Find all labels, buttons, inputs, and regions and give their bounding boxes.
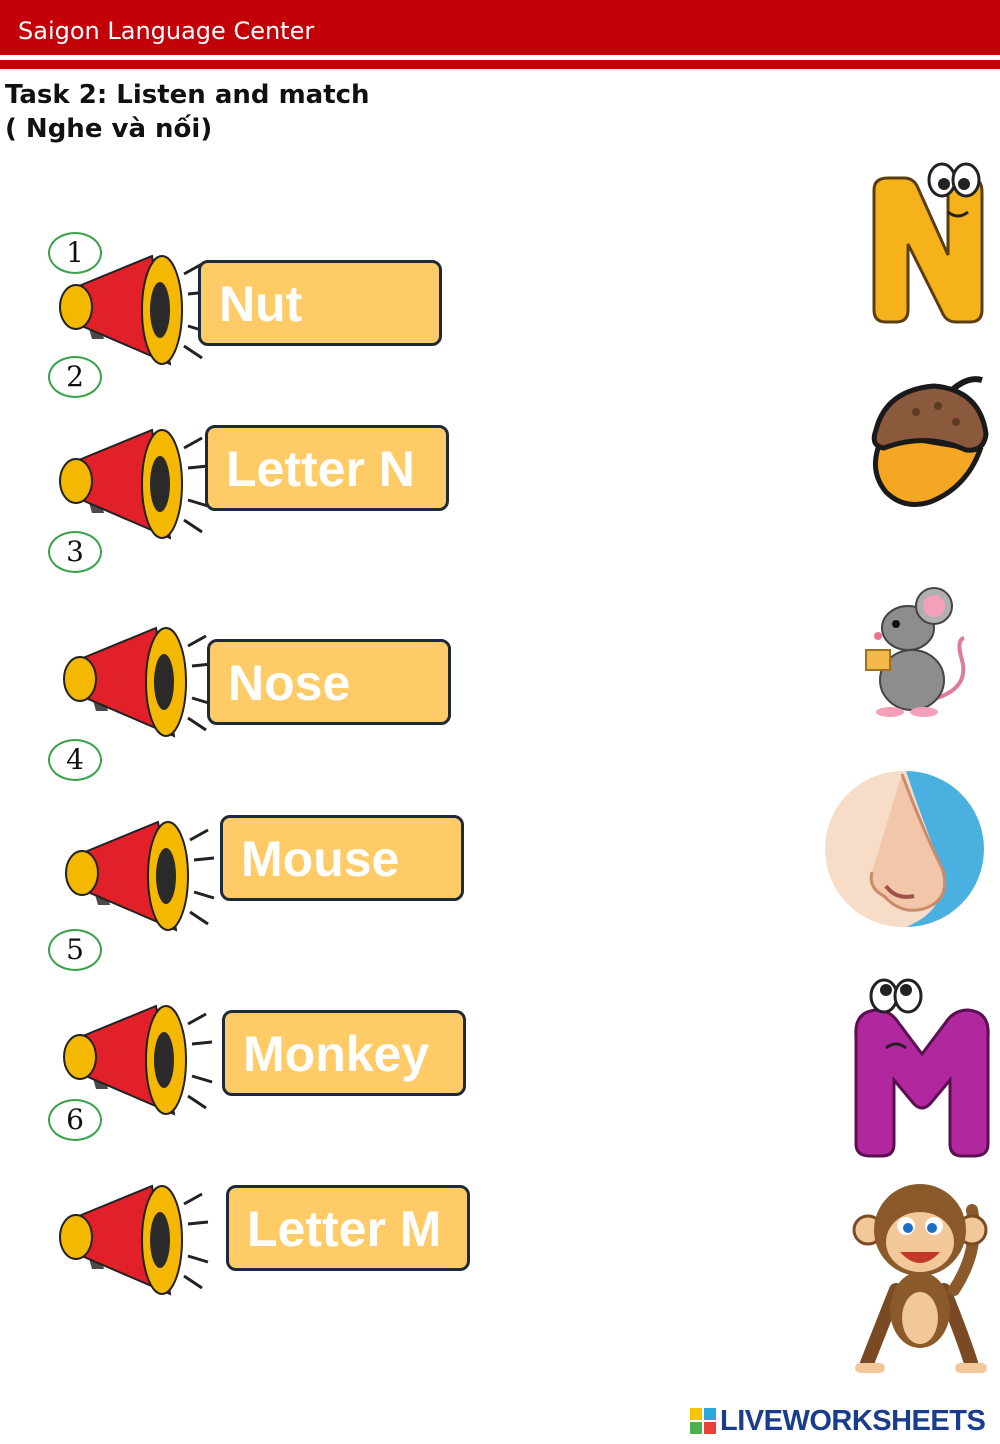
word-box-monkey[interactable]: Monkey bbox=[222, 1010, 466, 1096]
speaker-icon-6[interactable] bbox=[52, 1174, 212, 1304]
acorn-icon[interactable] bbox=[856, 372, 996, 512]
speaker-icon-3[interactable] bbox=[56, 616, 216, 746]
word-box-letter-m[interactable]: Letter M bbox=[226, 1185, 470, 1271]
task-heading: Task 2: Listen and match ( Nghe và nối) bbox=[5, 78, 370, 146]
word-box-nut[interactable]: Nut bbox=[198, 260, 442, 346]
task-title: Task 2: Listen and match bbox=[5, 80, 370, 110]
liveworksheets-mark-icon bbox=[690, 1408, 716, 1434]
footer-brand-text: LIVEWORKSHEETS bbox=[720, 1404, 986, 1437]
speaker-icon-5[interactable] bbox=[56, 994, 216, 1124]
letter-n-icon[interactable] bbox=[862, 160, 992, 330]
speaker-icon-1[interactable] bbox=[52, 244, 212, 374]
monkey-icon[interactable] bbox=[846, 1170, 994, 1380]
liveworksheets-logo: LIVEWORKSHEETS bbox=[690, 1404, 986, 1438]
mouse-icon[interactable] bbox=[860, 580, 970, 720]
word-box-letter-n[interactable]: Letter N bbox=[205, 425, 449, 511]
word-box-nose[interactable]: Nose bbox=[207, 639, 451, 725]
nose-icon[interactable] bbox=[822, 768, 984, 930]
header-title: Saigon Language Center bbox=[18, 17, 315, 45]
speaker-icon-4[interactable] bbox=[58, 810, 218, 940]
letter-m-icon[interactable] bbox=[850, 976, 996, 1162]
header-divider bbox=[0, 60, 1000, 69]
word-box-mouse[interactable]: Mouse bbox=[220, 815, 464, 901]
speaker-icon-2[interactable] bbox=[52, 418, 212, 548]
task-subtitle: ( Nghe và nối) bbox=[5, 114, 213, 144]
